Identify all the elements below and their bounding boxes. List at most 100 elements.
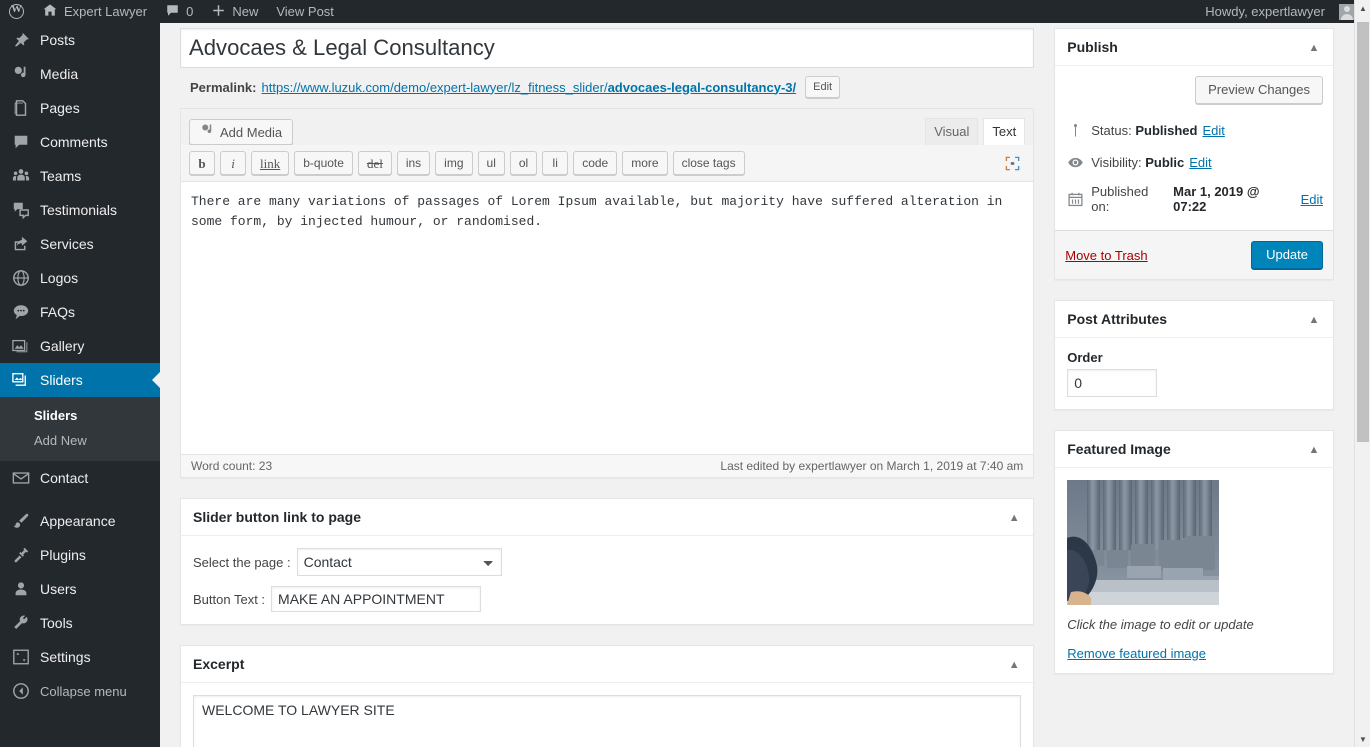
- featured-image-thumbnail[interactable]: [1067, 480, 1220, 605]
- chevron-up-icon[interactable]: ▲: [1299, 435, 1329, 465]
- sidebar-item-contact[interactable]: Contact: [0, 461, 160, 495]
- featured-image-hint: Click the image to edit or update: [1067, 617, 1254, 632]
- sidebar-item-plugins[interactable]: Plugins: [0, 538, 160, 572]
- sidebar-item-services[interactable]: Services: [0, 227, 160, 261]
- quicktag-li-button[interactable]: li: [542, 151, 569, 175]
- sidebar-item-teams[interactable]: Teams: [0, 159, 160, 193]
- post-body-content: Permalink: https://www.luzuk.com/demo/ex…: [180, 23, 1035, 747]
- quicktag-more-button[interactable]: more: [622, 151, 668, 175]
- quicktag-italic-button[interactable]: i: [220, 151, 246, 175]
- sidebar-item-users[interactable]: Users: [0, 572, 160, 606]
- publish-metabox-title[interactable]: Publish: [1055, 29, 1333, 66]
- sidebar-item-logos[interactable]: Logos: [0, 261, 160, 295]
- fullscreen-icon[interactable]: [999, 150, 1025, 176]
- sidebar-item-label: Comments: [40, 134, 108, 150]
- edit-status-link[interactable]: Edit: [1202, 123, 1224, 138]
- published-on-value: Mar 1, 2019 @ 07:22: [1173, 184, 1260, 214]
- quicktag-code-button[interactable]: code: [573, 151, 618, 175]
- sidebar-item-gallery[interactable]: Gallery: [0, 329, 160, 363]
- button-text-input[interactable]: [271, 586, 482, 612]
- collapse-menu-button[interactable]: Collapse menu: [0, 674, 160, 708]
- sidebar-item-label: Logos: [40, 270, 79, 286]
- select-page-dropdown[interactable]: Contact: [296, 548, 502, 576]
- sidebar-item-comments[interactable]: Comments: [0, 125, 160, 159]
- page-scrollbar[interactable]: ▲ ▼: [1354, 0, 1370, 747]
- admin-sidebar-menu: Posts Media Pages Comments Teams Testimo…: [0, 23, 160, 747]
- quicktag-close-tags-button[interactable]: close tags: [672, 151, 745, 175]
- sidebar-item-faqs[interactable]: FAQs: [0, 295, 160, 329]
- post-attributes-metabox-title[interactable]: Post Attributes: [1055, 301, 1333, 338]
- sidebar-item-tools[interactable]: Tools: [0, 606, 160, 640]
- scrollbar-thumb[interactable]: [1357, 22, 1369, 442]
- post-attributes-metabox-body: Order: [1055, 338, 1333, 409]
- wp-logo-menu[interactable]: [0, 0, 33, 23]
- tab-visual[interactable]: Visual: [925, 118, 979, 145]
- quicktag-img-button[interactable]: img: [435, 151, 473, 175]
- excerpt-textarea[interactable]: WELCOME TO LAWYER SITE: [193, 695, 1022, 747]
- comment-bubble-icon: [165, 3, 180, 21]
- quicktag-bold-button[interactable]: b: [189, 151, 215, 175]
- tab-text[interactable]: Text: [983, 118, 1026, 145]
- submenu-item-sliders[interactable]: Sliders: [0, 403, 160, 428]
- quicktag-bquote-button[interactable]: b-quote: [294, 151, 353, 175]
- status-label: Status:: [1091, 122, 1132, 138]
- sidebar-item-label: Sliders: [40, 372, 83, 388]
- sliders-settings-icon: [11, 647, 31, 667]
- permalink-link[interactable]: https://www.luzuk.com/demo/expert-lawyer…: [261, 80, 796, 95]
- sidebar-item-label: FAQs: [40, 304, 76, 320]
- featured-image-metabox-title[interactable]: Featured Image: [1055, 431, 1333, 468]
- view-post-link[interactable]: View Post: [267, 0, 343, 23]
- order-input[interactable]: [1067, 369, 1158, 397]
- sidebar-item-media[interactable]: Media: [0, 57, 160, 91]
- chevron-up-icon[interactable]: ▲: [999, 503, 1029, 533]
- excerpt-metabox-title[interactable]: Excerpt: [181, 646, 1034, 683]
- edit-permalink-button[interactable]: Edit: [805, 76, 841, 98]
- my-account-menu[interactable]: Howdy, expertlawyer: [1196, 0, 1364, 23]
- scroll-down-arrow-icon[interactable]: ▼: [1355, 731, 1370, 747]
- editor-mode-tabs: Visual Text: [920, 112, 1026, 145]
- admin-bar: Expert Lawyer 0 New View Post Howdy, exp…: [0, 0, 1370, 23]
- edit-published-date-link[interactable]: Edit: [1301, 192, 1323, 207]
- sidebar-item-posts[interactable]: Posts: [0, 23, 160, 57]
- minor-publishing: Preview Changes Status: Published Edit V…: [1055, 66, 1333, 231]
- add-media-button[interactable]: Add Media: [189, 119, 294, 145]
- sidebar-item-settings[interactable]: Settings: [0, 640, 160, 674]
- post-title-input[interactable]: [180, 28, 1035, 68]
- featured-image-metabox-body: Click the image to edit or update Remove…: [1055, 468, 1333, 673]
- quicktag-ul-button[interactable]: ul: [477, 151, 505, 175]
- scroll-up-arrow-icon[interactable]: ▲: [1355, 0, 1370, 16]
- sidebar-item-sliders[interactable]: Sliders: [0, 363, 160, 397]
- chevron-up-icon[interactable]: ▲: [999, 650, 1029, 680]
- quicktag-del-button[interactable]: del: [357, 151, 392, 175]
- quicktag-ol-button[interactable]: ol: [509, 151, 538, 175]
- button-text-label: Button Text :: [193, 591, 266, 607]
- comments-menu[interactable]: 0: [156, 0, 202, 23]
- sidebar-item-appearance[interactable]: Appearance: [0, 504, 160, 538]
- new-content-menu[interactable]: New: [202, 0, 267, 23]
- calendar-icon: [1065, 189, 1085, 209]
- chevron-up-icon[interactable]: ▲: [1299, 33, 1329, 63]
- preview-changes-button[interactable]: Preview Changes: [1195, 76, 1323, 104]
- featured-image-metabox: Featured Image ▲ Click the image to edit…: [1054, 430, 1334, 674]
- sidebar-item-label: Teams: [40, 168, 82, 184]
- sliders-submenu: Sliders Add New: [0, 397, 160, 461]
- update-button[interactable]: Update: [1251, 241, 1323, 269]
- post-attributes-metabox: Post Attributes ▲ Order: [1054, 300, 1334, 410]
- quicktag-link-button[interactable]: link: [251, 151, 290, 175]
- slider-button-metabox-title[interactable]: Slider button link to page: [181, 499, 1034, 536]
- submenu-item-add-new[interactable]: Add New: [0, 428, 160, 453]
- chevron-up-icon[interactable]: ▲: [1299, 305, 1329, 335]
- sidebar-item-pages[interactable]: Pages: [0, 91, 160, 125]
- eye-icon: [1065, 152, 1085, 172]
- publish-metabox: Publish ▲ Preview Changes Status: Publis…: [1054, 28, 1334, 280]
- edit-visibility-link[interactable]: Edit: [1189, 155, 1211, 170]
- move-to-trash-link[interactable]: Move to Trash: [1065, 248, 1147, 263]
- site-name-menu[interactable]: Expert Lawyer: [33, 0, 156, 23]
- post-content-textarea[interactable]: There are many variations of passages of…: [181, 182, 1034, 454]
- remove-featured-image-link[interactable]: Remove featured image: [1067, 646, 1206, 661]
- button-text-row: Button Text :: [193, 586, 1021, 612]
- sidebar-item-label: Plugins: [40, 547, 86, 563]
- sidebar-item-label: Media: [40, 66, 79, 82]
- quicktag-ins-button[interactable]: ins: [396, 151, 431, 175]
- sidebar-item-testimonials[interactable]: Testimonials: [0, 193, 160, 227]
